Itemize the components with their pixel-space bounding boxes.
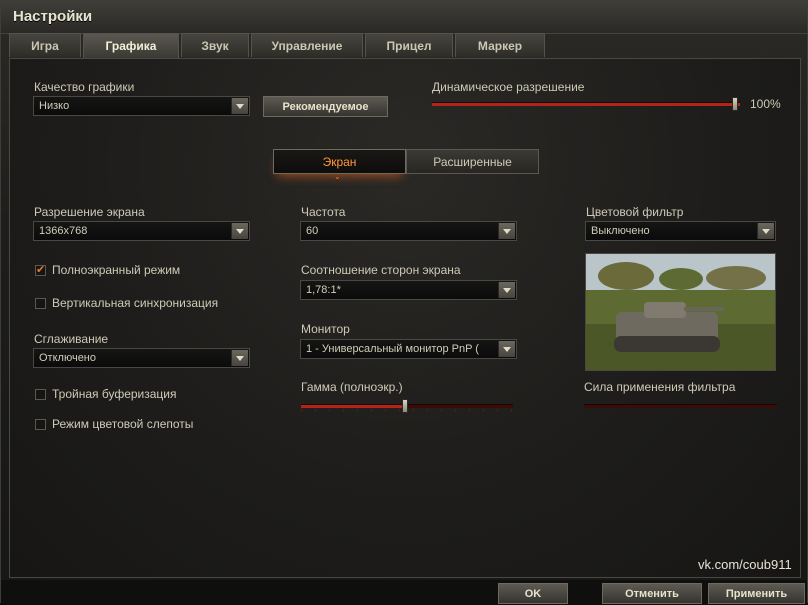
tab-sight[interactable]: Прицел xyxy=(365,33,453,57)
resolution-label: Разрешение экрана xyxy=(34,205,145,219)
chevron-down-icon xyxy=(498,282,515,298)
graphics-quality-select[interactable]: Низко xyxy=(33,96,250,116)
resolution-value: 1366x768 xyxy=(39,225,88,237)
color-filter-select[interactable]: Выключено xyxy=(585,221,776,241)
gamma-label: Гамма (полноэкр.) xyxy=(301,380,403,394)
frequency-select[interactable]: 60 xyxy=(300,221,517,241)
dynamic-resolution-slider[interactable] xyxy=(432,97,740,111)
dynamic-resolution-value: 100% xyxy=(750,97,781,111)
window-title: Настройки xyxy=(13,8,93,25)
apply-button[interactable]: Применить xyxy=(708,583,805,604)
vsync-checkbox[interactable] xyxy=(35,298,46,309)
monitor-label: Монитор xyxy=(301,322,350,336)
tab-game[interactable]: Игра xyxy=(9,33,81,57)
color-filter-label: Цветовой фильтр xyxy=(586,205,684,219)
antialiasing-select[interactable]: Отключено xyxy=(33,348,250,368)
frequency-value: 60 xyxy=(306,225,319,237)
chevron-down-icon: ⌄ xyxy=(334,172,341,181)
chevron-down-icon xyxy=(757,223,774,239)
frequency-label: Частота xyxy=(301,205,346,219)
aspect-ratio-label: Соотношение сторон экрана xyxy=(301,263,461,277)
antialiasing-label: Сглаживание xyxy=(34,332,109,346)
triple-buffering-label: Тройная буферизация xyxy=(52,387,177,401)
monitor-value: 1 - Универсальный монитор PnP ( xyxy=(306,343,479,355)
gamma-slider[interactable] xyxy=(301,399,513,413)
colorblind-label: Режим цветовой слепоты xyxy=(52,417,194,431)
fullscreen-label: Полноэкранный режим xyxy=(52,263,181,277)
subtab-advanced[interactable]: Расширенные xyxy=(406,149,539,174)
subtab-screen[interactable]: Экран ⌄ xyxy=(273,149,406,181)
aspect-ratio-value: 1,78:1* xyxy=(306,284,341,296)
chevron-down-icon xyxy=(231,350,248,366)
tab-graphics[interactable]: Графика xyxy=(83,33,179,58)
recommended-button[interactable]: Рекомендуемое xyxy=(263,96,388,117)
chevron-down-icon xyxy=(498,223,515,239)
filter-strength-label: Сила применения фильтра xyxy=(584,380,736,394)
fullscreen-checkbox[interactable] xyxy=(35,263,46,276)
tab-sound[interactable]: Звук xyxy=(181,33,249,57)
graphics-quality-value: Низко xyxy=(39,100,70,112)
tank-scene-image xyxy=(586,254,775,370)
graphics-subtabs: Экран ⌄ Расширенные xyxy=(273,149,539,181)
bottom-bar: OK Отменить Применить xyxy=(1,580,807,604)
antialiasing-value: Отключено xyxy=(39,352,96,364)
chevron-down-icon xyxy=(231,98,248,114)
settings-window: Настройки Игра Графика Звук Управление П… xyxy=(0,0,808,604)
ok-button[interactable]: OK xyxy=(498,583,568,604)
dynamic-resolution-thumb[interactable] xyxy=(732,97,738,111)
colorblind-checkbox[interactable] xyxy=(35,419,46,430)
graphics-quality-label: Качество графики xyxy=(34,80,135,94)
title-bar: Настройки xyxy=(1,1,807,34)
vsync-label: Вертикальная синхронизация xyxy=(52,296,219,310)
chevron-down-icon xyxy=(498,341,515,357)
aspect-ratio-select[interactable]: 1,78:1* xyxy=(300,280,517,300)
color-filter-value: Выключено xyxy=(591,225,650,237)
color-filter-preview-image xyxy=(585,253,776,371)
watermark-text: vk.com/coub911 xyxy=(698,557,792,572)
monitor-select[interactable]: 1 - Универсальный монитор PnP ( xyxy=(300,339,517,359)
gamma-thumb[interactable] xyxy=(402,399,408,413)
dynamic-resolution-label: Динамическое разрешение xyxy=(432,80,585,94)
triple-buffering-checkbox[interactable] xyxy=(35,389,46,400)
tab-controls[interactable]: Управление xyxy=(251,33,363,57)
resolution-select[interactable]: 1366x768 xyxy=(33,221,250,241)
cancel-button[interactable]: Отменить xyxy=(602,583,702,604)
filter-strength-slider[interactable] xyxy=(584,404,777,408)
dynamic-resolution-fill xyxy=(432,103,740,106)
chevron-down-icon xyxy=(231,223,248,239)
gamma-fill xyxy=(301,405,407,408)
tab-marker[interactable]: Маркер xyxy=(455,33,545,57)
